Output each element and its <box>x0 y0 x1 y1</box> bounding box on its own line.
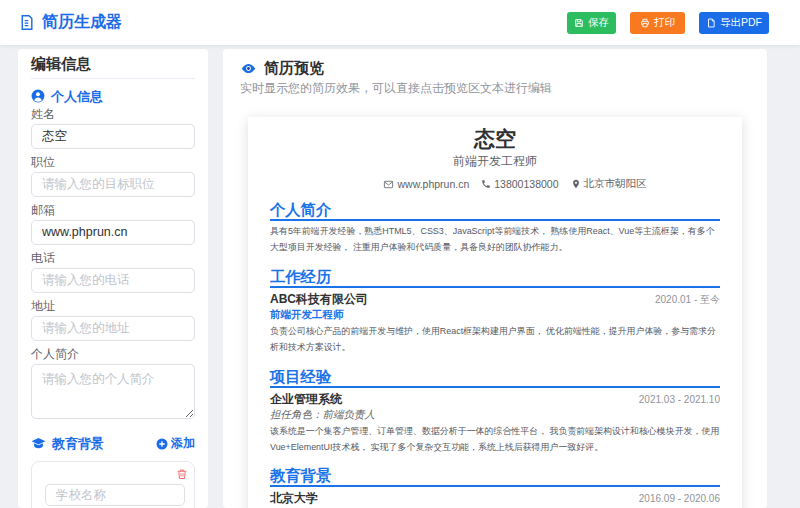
document-icon <box>18 14 35 31</box>
preview-subtitle: 实时显示您的简历效果，可以直接点击预览区文本进行编辑 <box>240 81 750 95</box>
project-item-header: 企业管理系统 2021.03 - 2021.10 <box>270 392 720 407</box>
work-item-header: ABC科技有限公司 2020.01 - 至今 <box>270 292 720 307</box>
app-title: 简历生成器 <box>42 12 122 33</box>
personal-info-section-header: 个人信息 <box>31 89 195 104</box>
header-actions: 保存 打印 导出PDF <box>567 12 769 34</box>
resume-summary-text[interactable]: 具有5年前端开发经验，熟悉HTML5、CSS3、JavaScript等前端技术，… <box>270 223 720 256</box>
summary-textarea[interactable] <box>31 364 195 419</box>
education-school[interactable]: 北京大学 <box>270 491 318 506</box>
resume-email[interactable]: www.phprun.cn <box>383 177 469 191</box>
print-icon <box>640 18 650 28</box>
project-name[interactable]: 企业管理系统 <box>270 392 342 407</box>
sidebar-title: 编辑信息 <box>31 56 195 79</box>
resume-phone[interactable]: 13800138000 <box>481 177 558 191</box>
app-logo: 简历生成器 <box>18 12 122 33</box>
work-company[interactable]: ABC科技有限公司 <box>270 292 368 307</box>
delete-education-button[interactable] <box>176 468 188 481</box>
resume-section-education-title[interactable]: 教育背景 <box>270 468 720 487</box>
project-role[interactable]: 担任角色：前端负责人 <box>270 407 720 421</box>
envelope-icon <box>383 179 394 190</box>
resume-section-summary-title[interactable]: 个人简介 <box>270 202 720 221</box>
name-label: 姓名 <box>31 108 195 121</box>
education-date[interactable]: 2016.09 - 2020.06 <box>639 491 720 506</box>
phone-label: 电话 <box>31 252 195 265</box>
field-email: 邮箱 <box>31 204 195 245</box>
eye-icon <box>240 60 257 77</box>
address-label: 地址 <box>31 300 195 313</box>
field-name: 姓名 <box>31 108 195 149</box>
user-icon <box>31 89 45 103</box>
job-label: 职位 <box>31 156 195 169</box>
email-input[interactable] <box>31 220 195 245</box>
print-button[interactable]: 打印 <box>630 12 685 34</box>
work-role[interactable]: 前端开发工程师 <box>270 307 720 321</box>
education-entry-card <box>31 461 195 508</box>
education-section-header: 教育背景 添加 <box>31 435 195 453</box>
project-desc[interactable]: 该系统是一个集客户管理、订单管理、数据分析于一体的综合性平台， 我负责前端架构设… <box>270 423 720 456</box>
name-input[interactable] <box>31 124 195 149</box>
resume-section-project-title[interactable]: 项目经验 <box>270 369 720 388</box>
field-address: 地址 <box>31 300 195 341</box>
resume-section-work-title[interactable]: 工作经历 <box>270 269 720 288</box>
save-button[interactable]: 保存 <box>567 12 616 34</box>
project-date[interactable]: 2021.03 - 2021.10 <box>639 392 720 407</box>
preview-header: 简历预览 <box>240 59 750 77</box>
edit-sidebar: 编辑信息 个人信息 姓名 职位 邮箱 电话 地址 个人简介 <box>18 49 208 508</box>
phone-icon <box>481 179 491 189</box>
job-input[interactable] <box>31 172 195 197</box>
add-education-button[interactable]: 添加 <box>156 435 195 452</box>
field-job: 职位 <box>31 156 195 197</box>
email-label: 邮箱 <box>31 204 195 217</box>
save-icon <box>574 18 584 28</box>
field-summary: 个人简介 <box>31 348 195 419</box>
app-header: 简历生成器 保存 打印 导出PDF <box>0 0 800 45</box>
work-desc[interactable]: 负责公司核心产品的前端开发与维护，使用React框架构建用户界面， 优化前端性能… <box>270 323 720 356</box>
work-date[interactable]: 2020.01 - 至今 <box>655 292 720 307</box>
trash-icon <box>176 468 188 480</box>
file-icon <box>706 18 716 28</box>
resume-address[interactable]: 北京市朝阳区 <box>571 177 647 191</box>
content-area: 编辑信息 个人信息 姓名 职位 邮箱 电话 地址 个人简介 <box>0 49 800 508</box>
plus-circle-icon <box>156 438 168 450</box>
education-item-header: 北京大学 2016.09 - 2020.06 <box>270 491 720 506</box>
location-pin-icon <box>571 179 581 189</box>
field-phone: 电话 <box>31 252 195 293</box>
summary-label: 个人简介 <box>31 348 195 361</box>
school-name-input[interactable] <box>45 484 185 506</box>
resume-job-title[interactable]: 前端开发工程师 <box>270 153 720 170</box>
address-input[interactable] <box>31 316 195 341</box>
preview-panel: 简历预览 实时显示您的简历效果，可以直接点击预览区文本进行编辑 态空 前端开发工… <box>223 49 767 508</box>
resume-document[interactable]: 态空 前端开发工程师 www.phprun.cn 13800138000 北京市… <box>248 117 742 508</box>
phone-input[interactable] <box>31 268 195 293</box>
resume-contacts: www.phprun.cn 13800138000 北京市朝阳区 <box>290 177 740 191</box>
export-pdf-button[interactable]: 导出PDF <box>699 12 769 34</box>
graduation-cap-icon <box>31 436 46 451</box>
resume-name[interactable]: 态空 <box>270 125 720 152</box>
